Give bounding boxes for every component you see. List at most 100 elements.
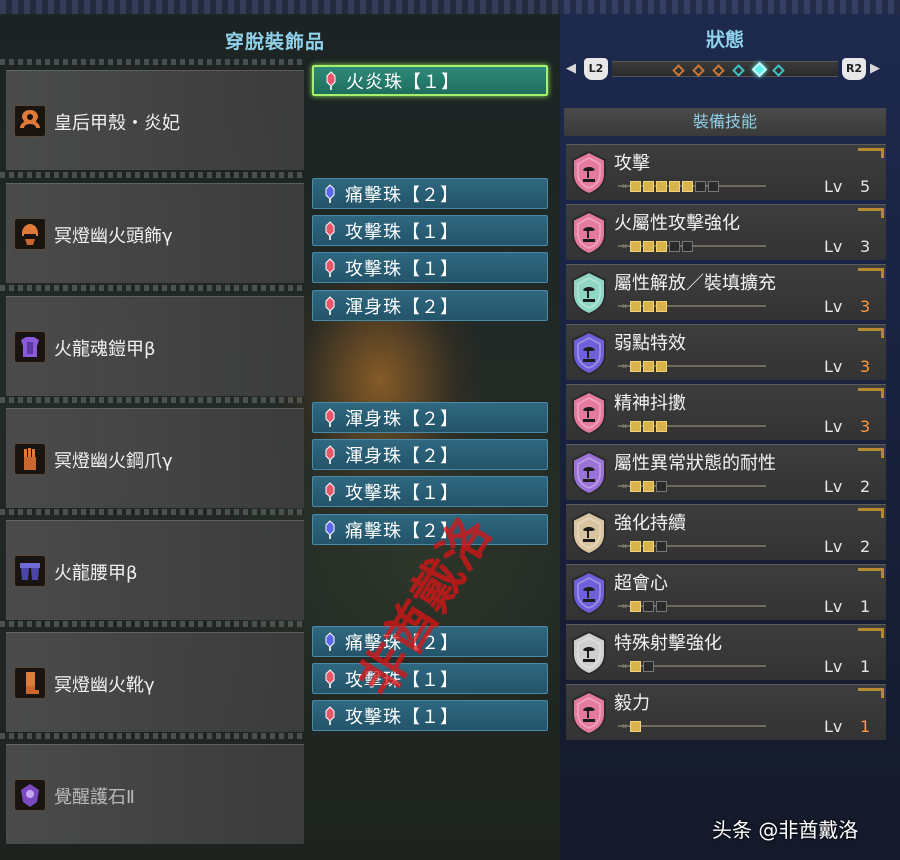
- corner-ornament: [858, 508, 884, 518]
- skill-row[interactable]: 攻擊 « Lv 5: [566, 144, 886, 200]
- skill-shield-icon: [570, 450, 608, 496]
- l2-button[interactable]: L2: [584, 58, 608, 80]
- corner-ornament: [858, 448, 884, 458]
- level-pip: [643, 540, 654, 552]
- corner-ornament: [858, 148, 884, 158]
- corner-ornament: [858, 568, 884, 578]
- skill-shield-icon: [570, 390, 608, 436]
- level-pip: [643, 420, 654, 432]
- gem-red-icon: [319, 481, 341, 503]
- decoration-label: 攻擊珠【１】: [345, 482, 459, 504]
- decoration-slot[interactable]: 攻擊珠【１】: [312, 252, 548, 283]
- level-value: 3: [860, 237, 871, 256]
- decoration-label: 痛擊珠【２】: [345, 184, 459, 206]
- skill-row[interactable]: 特殊射擊強化 « Lv 1: [566, 624, 886, 680]
- equipment-row[interactable]: 冥燈幽火頭飾γ: [0, 172, 304, 283]
- level-label: Lv: [824, 657, 843, 676]
- skill-row[interactable]: 精神抖擻 « Lv 3: [566, 384, 886, 440]
- page-diamond-icon[interactable]: [672, 64, 685, 77]
- right-arrow-icon[interactable]: ▶: [870, 61, 880, 76]
- skill-level-bar: «: [618, 658, 766, 674]
- charm-icon: [14, 779, 46, 811]
- level-pip: [656, 600, 667, 612]
- skill-row[interactable]: 屬性解放／裝填擴充 « Lv 3: [566, 264, 886, 320]
- level-label: Lv: [824, 297, 843, 316]
- skill-name: 攻擊: [614, 153, 650, 174]
- equipment-row[interactable]: 覺醒護石Ⅱ: [0, 733, 304, 844]
- level-pip: [682, 240, 693, 252]
- skill-row[interactable]: 強化持續 « Lv 2: [566, 504, 886, 560]
- skill-level-bar: «: [618, 358, 766, 374]
- decorations-title: 穿脫裝飾品: [224, 31, 325, 53]
- level-pip: [708, 180, 719, 192]
- level-value: 5: [860, 177, 871, 196]
- gem-red-icon: [319, 705, 341, 727]
- corner-ornament: [858, 268, 884, 278]
- level-pip: [656, 480, 667, 492]
- page-diamond-icon[interactable]: [712, 64, 725, 77]
- equipment-row[interactable]: 皇后甲殼・炎妃: [0, 59, 304, 170]
- page-diamond-icon[interactable]: [732, 64, 745, 77]
- level-value: 2: [860, 537, 871, 556]
- equipment-row[interactable]: 火龍魂鎧甲β: [0, 285, 304, 396]
- gem-red-icon: [319, 220, 341, 242]
- decoration-slot[interactable]: 渾身珠【２】: [312, 290, 548, 321]
- waist-icon: [14, 555, 46, 587]
- level-pip: [630, 660, 641, 672]
- level-pip: [682, 180, 693, 192]
- bar-cap-icon: «: [620, 240, 628, 252]
- level-label: Lv: [824, 357, 843, 376]
- gem-blue-icon: [319, 183, 341, 205]
- status-page-tabs: ◀ L2 R2 ▶: [564, 57, 886, 81]
- equipment-name: 皇后甲殼・炎妃: [54, 113, 180, 134]
- boots-icon: [14, 667, 46, 699]
- gem-red-icon: [319, 668, 341, 690]
- skill-level-bar: «: [618, 238, 766, 254]
- bar-cap-icon: «: [620, 180, 628, 192]
- skill-shield-icon: [570, 510, 608, 556]
- level-pip: [656, 540, 667, 552]
- skill-name: 強化持續: [614, 513, 686, 534]
- decoration-slot[interactable]: 渾身珠【２】: [312, 402, 548, 433]
- skill-level-bar: «: [618, 298, 766, 314]
- level-pip: [669, 240, 680, 252]
- skill-shield-icon: [570, 630, 608, 676]
- level-label: Lv: [824, 177, 843, 196]
- decoration-slot[interactable]: 火炎珠【１】: [312, 65, 548, 96]
- decoration-slot[interactable]: 攻擊珠【１】: [312, 700, 548, 731]
- page-diamond-icon[interactable]: [751, 61, 768, 78]
- skill-shield-icon: [570, 690, 608, 736]
- page-diamond-icon[interactable]: [772, 64, 785, 77]
- left-arrow-icon[interactable]: ◀: [566, 61, 576, 76]
- level-pip: [656, 180, 667, 192]
- level-pip: [643, 360, 654, 372]
- page-diamond-icon[interactable]: [692, 64, 705, 77]
- skill-row[interactable]: 弱點特效 « Lv 3: [566, 324, 886, 380]
- decoration-slot[interactable]: 渾身珠【２】: [312, 439, 548, 470]
- skill-row[interactable]: 毅力 « Lv 1: [566, 684, 886, 740]
- helmet-icon: [14, 218, 46, 250]
- equipment-name: 冥燈幽火鋼爪γ: [54, 451, 173, 472]
- status-title: 狀態: [705, 29, 744, 51]
- bar-cap-icon: «: [620, 660, 628, 672]
- skill-row[interactable]: 火屬性攻擊強化 « Lv 3: [566, 204, 886, 260]
- decoration-label: 渾身珠【２】: [345, 408, 459, 430]
- decoration-label: 攻擊珠【１】: [345, 221, 459, 243]
- skill-row[interactable]: 超會心 « Lv 1: [566, 564, 886, 620]
- level-pip: [643, 480, 654, 492]
- decoration-slot[interactable]: 痛擊珠【２】: [312, 178, 548, 209]
- skill-name: 屬性異常狀態的耐性: [614, 453, 776, 474]
- skill-row[interactable]: 屬性異常狀態的耐性 « Lv 2: [566, 444, 886, 500]
- equipment-row[interactable]: 冥燈幽火鋼爪γ: [0, 397, 304, 508]
- level-pip: [643, 660, 654, 672]
- equipment-row[interactable]: 火龍腰甲β: [0, 509, 304, 620]
- level-pip: [656, 360, 667, 372]
- weapon-icon: [14, 105, 46, 137]
- bar-cap-icon: «: [620, 420, 628, 432]
- equipment-row[interactable]: 冥燈幽火靴γ: [0, 621, 304, 732]
- r2-button[interactable]: R2: [842, 58, 866, 80]
- equipment-name: 覺醒護石Ⅱ: [54, 787, 135, 808]
- decoration-label: 渾身珠【２】: [345, 296, 459, 318]
- decoration-slot[interactable]: 攻擊珠【１】: [312, 215, 548, 246]
- gem-blue-icon: [319, 519, 341, 541]
